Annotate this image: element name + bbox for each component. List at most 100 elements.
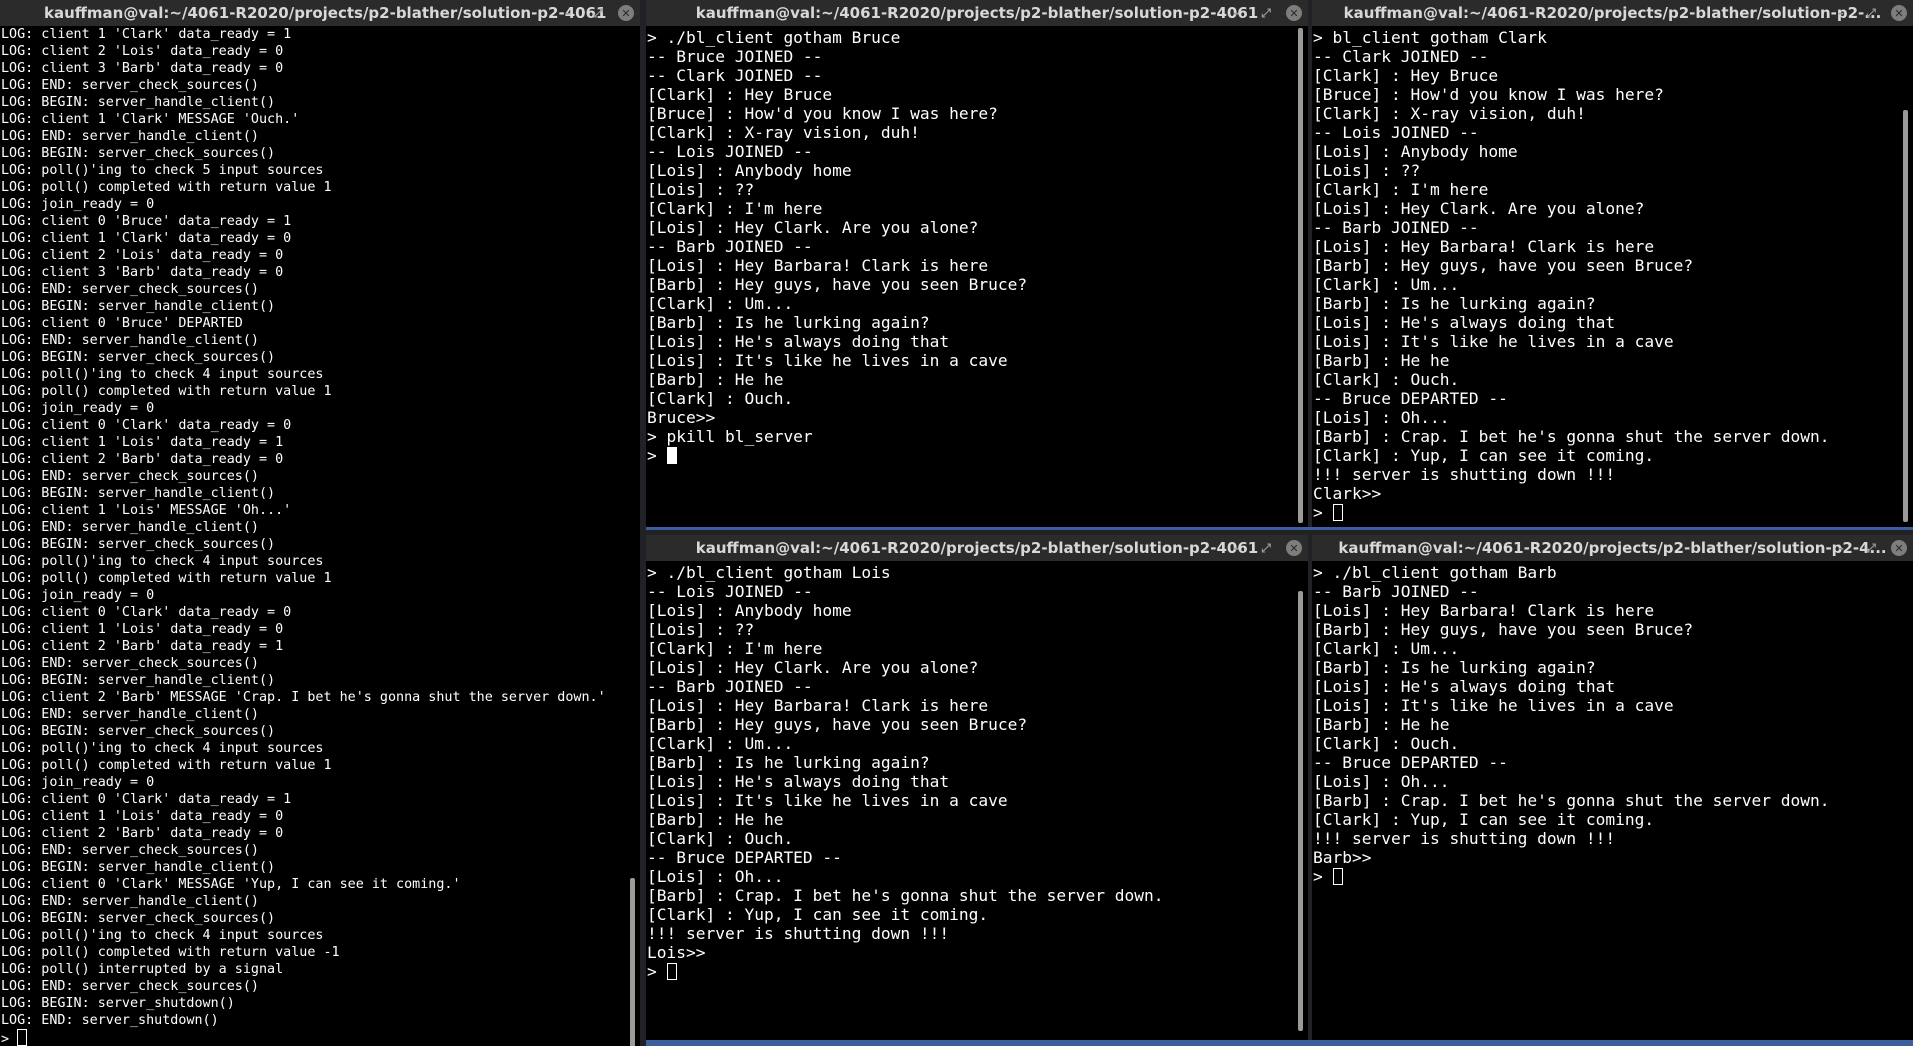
barb-terminal-output[interactable]: > ./bl_client gotham Barb -- Barb JOINED …	[1313, 563, 1897, 1040]
terminal-line: LOG: END: server_check_sources()	[1, 282, 259, 297]
clark-scrollbar[interactable]	[1901, 28, 1911, 526]
terminal-line: LOG: client 3 'Barb' data_ready = 0	[1, 265, 284, 280]
barb-window-title: kauffman@val:~/4061-R2020/projects/p2-bl…	[1338, 539, 1887, 557]
terminal-line: [Lois] : Hey Barbara! Clark is here	[647, 256, 989, 275]
clark-window-titlebar[interactable]: kauffman@val:~/4061-R2020/projects/p2-bl…	[1312, 0, 1913, 26]
terminal-line: LOG: END: server_handle_client()	[1, 129, 259, 144]
terminal-line: > ./bl_client gotham Lois	[647, 563, 891, 582]
terminal-line: > bl_client gotham Clark	[1313, 28, 1547, 47]
scroll-thumb[interactable]	[1298, 28, 1303, 523]
lois-terminal-window[interactable]: kauffman@val:~/4061-R2020/projects/p2-bl…	[646, 535, 1308, 1040]
minimize-icon[interactable]: –	[1831, 538, 1851, 558]
terminal-line: [Barb] : Hey guys, have you seen Bruce?	[647, 715, 1028, 734]
terminal-line: LOG: join_ready = 0	[1, 197, 155, 212]
prompt-line[interactable]: >	[647, 446, 1292, 465]
scroll-thumb[interactable]	[1298, 591, 1303, 1031]
clark-terminal-window[interactable]: kauffman@val:~/4061-R2020/projects/p2-bl…	[1312, 0, 1913, 528]
minimize-icon[interactable]: –	[1226, 538, 1246, 558]
server-window-titlebar[interactable]: kauffman@val:~/4061-R2020/projects/p2-bl…	[0, 0, 640, 26]
prompt-line[interactable]: >	[1313, 867, 1897, 886]
terminal-line: LOG: client 0 'Clark' MESSAGE 'Yup, I ca…	[1, 877, 461, 892]
close-icon[interactable]: ✕	[1286, 5, 1302, 21]
bruce-terminal-window[interactable]: kauffman@val:~/4061-R2020/projects/p2-bl…	[646, 0, 1308, 528]
bruce-scrollbar[interactable]	[1296, 28, 1306, 526]
prompt-line[interactable]: >	[1, 1029, 624, 1046]
terminal-line: [Clark] : Hey Bruce	[647, 85, 833, 104]
prompt-line[interactable]: >	[647, 962, 1292, 981]
terminal-line: LOG: poll()'ing to check 4 input sources	[1, 554, 324, 569]
terminal-line: LOG: BEGIN: server_shutdown()	[1, 996, 235, 1011]
terminal-line: LOG: BEGIN: server_check_sources()	[1, 350, 276, 365]
terminal-line: [Clark] : I'm here	[1313, 180, 1489, 199]
minimize-icon[interactable]: –	[1831, 3, 1851, 23]
cursor	[17, 1029, 28, 1046]
terminal-line: LOG: poll()'ing to check 4 input sources	[1, 741, 324, 756]
maximize-icon[interactable]: ⤢	[1861, 538, 1881, 558]
minimize-icon[interactable]: –	[558, 3, 578, 23]
terminal-line: -- Barb JOINED --	[647, 237, 813, 256]
scroll-thumb[interactable]	[630, 878, 635, 1046]
scroll-thumb[interactable]	[1903, 110, 1908, 522]
lois-window-titlebar[interactable]: kauffman@val:~/4061-R2020/projects/p2-bl…	[646, 535, 1308, 561]
server-terminal-output[interactable]: LOG: client 1 'Clark' data_ready = 1 LOG:…	[1, 26, 624, 1046]
terminal-line: LOG: client 2 'Barb' data_ready = 0	[1, 452, 284, 467]
bruce-window-titlebar[interactable]: kauffman@val:~/4061-R2020/projects/p2-bl…	[646, 0, 1308, 26]
terminal-line: LOG: BEGIN: server_handle_client()	[1, 95, 276, 110]
terminal-line: -- Barb JOINED --	[647, 677, 813, 696]
bruce-terminal-output[interactable]: > ./bl_client gotham Bruce -- Bruce JOINE…	[647, 28, 1292, 528]
maximize-icon[interactable]: ⤢	[1861, 3, 1881, 23]
clark-terminal-output[interactable]: > bl_client gotham Clark -- Clark JOINED …	[1313, 28, 1897, 528]
terminal-line: LOG: poll()'ing to check 5 input sources	[1, 163, 324, 178]
close-icon[interactable]: ✕	[1891, 540, 1907, 556]
terminal-line: [Clark] : X-ray vision, duh!	[647, 123, 920, 142]
terminal-line: LOG: END: server_check_sources()	[1, 656, 259, 671]
terminal-line: [Lois] : Hey Barbara! Clark is here	[1313, 601, 1655, 620]
terminal-line: LOG: client 1 'Lois' data_ready = 1	[1, 435, 284, 450]
terminal-line: !!! server is shutting down !!!	[647, 924, 950, 943]
terminal-line: LOG: client 1 'Clark' data_ready = 1	[1, 27, 292, 42]
terminal-line: LOG: BEGIN: server_handle_client()	[1, 860, 276, 875]
terminal-line: LOG: client 1 'Lois' data_ready = 0	[1, 809, 284, 824]
terminal-line: [Lois] : ??	[647, 180, 755, 199]
barb-window-titlebar[interactable]: kauffman@val:~/4061-R2020/projects/p2-bl…	[1312, 535, 1913, 561]
close-icon[interactable]: ✕	[1286, 540, 1302, 556]
close-icon[interactable]: ✕	[1891, 5, 1907, 21]
terminal-line: LOG: END: server_handle_client()	[1, 333, 259, 348]
terminal-line: LOG: poll()'ing to check 4 input sources	[1, 367, 324, 382]
maximize-icon[interactable]: ⤢	[1256, 538, 1276, 558]
maximize-icon[interactable]: ⤢	[1256, 3, 1276, 23]
terminal-line: [Lois] : It's like he lives in a cave	[647, 791, 1008, 810]
terminal-line: Clark>>	[1313, 484, 1382, 503]
server-terminal-window[interactable]: kauffman@val:~/4061-R2020/projects/p2-bl…	[0, 0, 640, 1046]
lois-terminal-output[interactable]: > ./bl_client gotham Lois -- Lois JOINED …	[647, 563, 1292, 1040]
barb-terminal-window[interactable]: kauffman@val:~/4061-R2020/projects/p2-bl…	[1312, 535, 1913, 1040]
prompt-text: >	[1, 1032, 18, 1046]
terminal-line: [Clark] : I'm here	[647, 639, 823, 658]
terminal-line: [Lois] : ??	[647, 620, 755, 639]
terminal-line: LOG: client 1 'Lois' MESSAGE 'Oh...'	[1, 503, 292, 518]
terminal-line: LOG: client 0 'Clark' data_ready = 0	[1, 418, 292, 433]
terminal-line: [Clark] : Um...	[647, 734, 794, 753]
terminal-line: [Clark] : Ouch.	[1313, 734, 1460, 753]
terminal-line: [Clark] : Um...	[1313, 275, 1460, 294]
terminal-line: LOG: END: server_handle_client()	[1, 707, 259, 722]
terminal-line: [Lois] : Oh...	[647, 867, 784, 886]
lois-scrollbar[interactable]	[1296, 563, 1306, 1038]
cursor	[1332, 868, 1343, 885]
server-scrollbar[interactable]	[628, 28, 638, 1046]
terminal-line: [Barb] : Crap. I bet he's gonna shut the…	[647, 886, 1164, 905]
terminal-line: [Lois] : Hey Clark. Are you alone?	[647, 658, 979, 677]
prompt-text: >	[647, 962, 667, 981]
terminal-line: [Clark] : I'm here	[647, 199, 823, 218]
terminal-line: [Clark] : Um...	[647, 294, 794, 313]
terminal-line: [Clark] : Um...	[1313, 639, 1460, 658]
prompt-line[interactable]: >	[1313, 503, 1897, 522]
terminal-line: Barb>>	[1313, 848, 1372, 867]
terminal-line: [Lois] : Hey Barbara! Clark is here	[647, 696, 989, 715]
terminal-line: [Lois] : He's always doing that	[1313, 313, 1616, 332]
maximize-icon[interactable]: ⤢	[588, 3, 608, 23]
terminal-line: [Barb] : Is he lurking again?	[1313, 658, 1596, 677]
minimize-icon[interactable]: –	[1226, 3, 1246, 23]
close-icon[interactable]: ✕	[618, 5, 634, 21]
terminal-line: LOG: END: server_check_sources()	[1, 843, 259, 858]
